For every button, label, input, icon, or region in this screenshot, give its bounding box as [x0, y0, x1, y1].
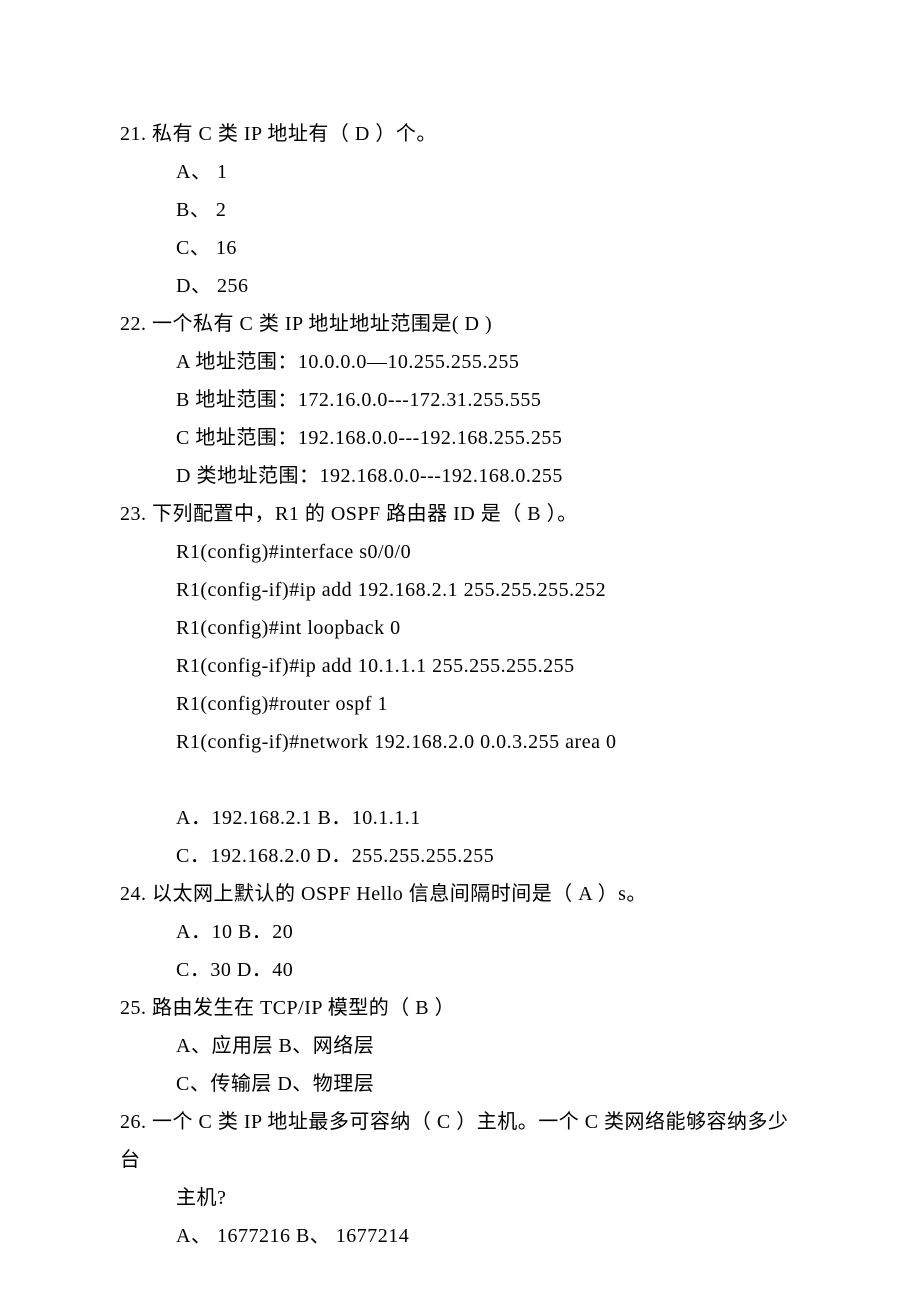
question-21: 21. 私有 C 类 IP 地址有（ D ）个。: [120, 115, 800, 153]
q23-options-cd: C．192.168.2.0 D．255.255.255.255: [120, 837, 800, 875]
question-26-line-1: 26. 一个 C 类 IP 地址最多可容纳（ C ）主机。一个 C 类网络能够容…: [120, 1103, 800, 1179]
q23-config-line-2: R1(config-if)#ip add 192.168.2.1 255.255…: [120, 571, 800, 609]
question-26-line-2: 主机?: [120, 1179, 800, 1217]
q25-options-ab: A、应用层 B、网络层: [120, 1027, 800, 1065]
q23-config-line-5: R1(config)#router ospf 1: [120, 685, 800, 723]
q24-options-cd: C．30 D．40: [120, 951, 800, 989]
question-22: 22. 一个私有 C 类 IP 地址地址范围是( D ): [120, 305, 800, 343]
q21-option-a: A、 1: [120, 153, 800, 191]
q22-option-c: C 地址范围：192.168.0.0---192.168.255.255: [120, 419, 800, 457]
q23-options-ab: A．192.168.2.1 B．10.1.1.1: [120, 799, 800, 837]
q24-options-ab: A．10 B．20: [120, 913, 800, 951]
question-25: 25. 路由发生在 TCP/IP 模型的（ B ）: [120, 989, 800, 1027]
q23-config-line-3: R1(config)#int loopback 0: [120, 609, 800, 647]
q23-config-line-1: R1(config)#interface s0/0/0: [120, 533, 800, 571]
blank-line: [120, 761, 800, 799]
q21-option-c: C、 16: [120, 229, 800, 267]
q23-config-line-4: R1(config-if)#ip add 10.1.1.1 255.255.25…: [120, 647, 800, 685]
document-page: 21. 私有 C 类 IP 地址有（ D ）个。 A、 1 B、 2 C、 16…: [0, 0, 920, 1315]
q21-option-d: D、 256: [120, 267, 800, 305]
question-24: 24. 以太网上默认的 OSPF Hello 信息间隔时间是（ A ）s。: [120, 875, 800, 913]
q26-options-ab: A、 1677216 B、 1677214: [120, 1217, 800, 1255]
q21-option-b: B、 2: [120, 191, 800, 229]
q25-options-cd: C、传输层 D、物理层: [120, 1065, 800, 1103]
q22-option-a: A 地址范围：10.0.0.0—10.255.255.255: [120, 343, 800, 381]
q23-config-line-6: R1(config-if)#network 192.168.2.0 0.0.3.…: [120, 723, 800, 761]
question-23: 23. 下列配置中，R1 的 OSPF 路由器 ID 是（ B ）。: [120, 495, 800, 533]
q22-option-d: D 类地址范围：192.168.0.0---192.168.0.255: [120, 457, 800, 495]
q22-option-b: B 地址范围：172.16.0.0---172.31.255.555: [120, 381, 800, 419]
